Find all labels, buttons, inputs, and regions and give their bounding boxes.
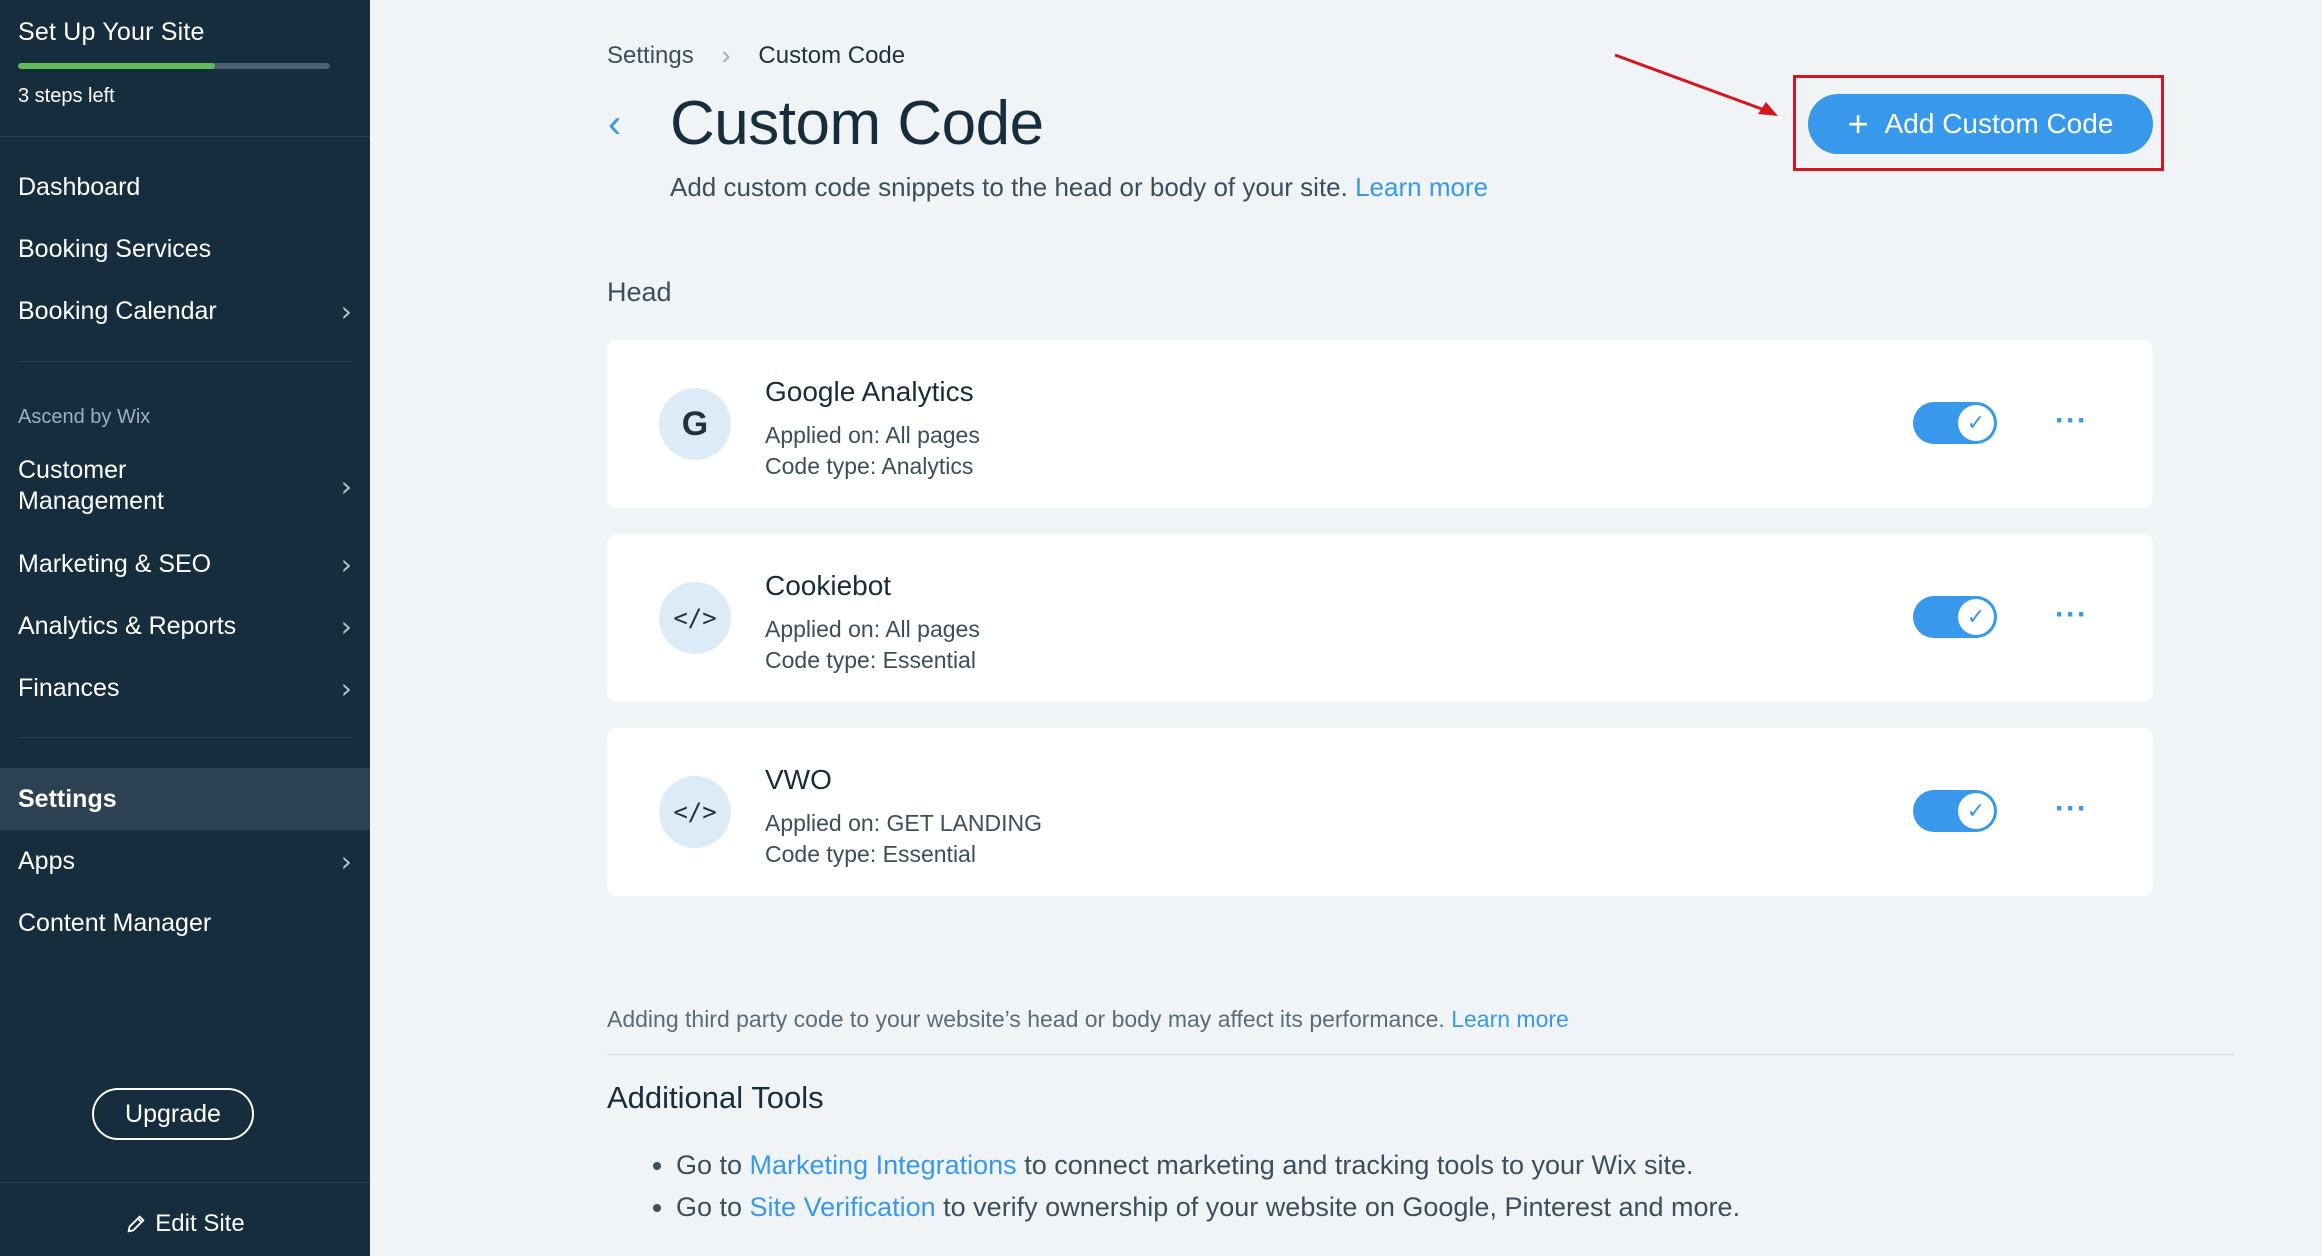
chevron-right-icon: › bbox=[340, 671, 352, 705]
add-custom-code-button[interactable]: + Add Custom Code bbox=[1808, 94, 2153, 154]
sidebar-item-settings[interactable]: Settings bbox=[0, 768, 370, 830]
sidebar-item-label: Content Manager bbox=[18, 908, 212, 937]
code-applied-on: Applied on: All pages bbox=[765, 422, 980, 448]
edit-site-button[interactable]: Edit Site bbox=[0, 1210, 370, 1238]
tool-prefix: Go to bbox=[676, 1192, 750, 1222]
sidebar-item-label: Settings bbox=[18, 784, 117, 813]
setup-progress[interactable]: Set Up Your Site 3 steps left bbox=[0, 0, 370, 137]
check-icon: ✓ bbox=[1958, 793, 1994, 829]
sidebar-item-label: Analytics & Reports bbox=[18, 611, 237, 640]
sidebar-divider bbox=[18, 737, 352, 738]
sidebar-item-booking-calendar[interactable]: Booking Calendar › bbox=[18, 280, 352, 342]
chevron-right-icon: › bbox=[340, 609, 352, 643]
annotation-arrow-icon bbox=[1614, 53, 1778, 116]
code-name: Cookiebot bbox=[765, 570, 892, 601]
pencil-icon bbox=[127, 1215, 145, 1233]
sidebar-item-label: Dashboard bbox=[18, 172, 141, 201]
sidebar-item-content-manager[interactable]: Content Manager bbox=[0, 892, 370, 954]
chevron-right-icon: › bbox=[340, 844, 352, 878]
nav-group-main: Dashboard Booking Services Booking Calen… bbox=[18, 137, 352, 362]
nav-group-ascend: Customer Management › Marketing & SEO › … bbox=[0, 439, 370, 719]
code-type: Code type: Essential bbox=[765, 841, 976, 867]
sidebar-item-label: Booking Calendar bbox=[18, 296, 217, 325]
code-type: Code type: Analytics bbox=[765, 453, 974, 479]
sidebar-item-label: Finances bbox=[18, 673, 120, 702]
edit-site-label: Edit Site bbox=[155, 1210, 245, 1237]
sidebar-item-finances[interactable]: Finances › bbox=[0, 657, 370, 719]
code-card-cookiebot: </> Cookiebot Applied on: All pages Code… bbox=[607, 534, 2153, 702]
upgrade-button[interactable]: Upgrade bbox=[92, 1088, 254, 1140]
sidebar-item-label: Marketing & SEO bbox=[18, 549, 212, 578]
performance-note: Adding third party code to your website’… bbox=[607, 1006, 1569, 1033]
list-item: Go to Marketing Integrations to connect … bbox=[676, 1150, 1740, 1180]
section-label-head: Head bbox=[607, 277, 672, 307]
check-icon: ✓ bbox=[1958, 405, 1994, 441]
list-item: Go to Site Verification to verify owners… bbox=[676, 1192, 1740, 1222]
nav-group-settings: Settings Apps › Content Manager bbox=[0, 768, 370, 954]
sidebar-bottom-divider bbox=[0, 1182, 370, 1183]
code-icon: </> bbox=[659, 776, 731, 848]
setup-progress-bar bbox=[18, 63, 330, 69]
section-label-ascend: Ascend by Wix bbox=[18, 406, 151, 428]
add-button-label: Add Custom Code bbox=[1884, 108, 2114, 139]
code-applied-on: Applied on: GET LANDING bbox=[765, 810, 1042, 836]
sidebar-item-apps[interactable]: Apps › bbox=[0, 830, 370, 892]
setup-title: Set Up Your Site bbox=[18, 18, 205, 46]
sidebar-item-analytics-reports[interactable]: Analytics & Reports › bbox=[0, 595, 370, 657]
setup-progress-fill bbox=[18, 63, 215, 69]
additional-tools-title: Additional Tools bbox=[607, 1080, 824, 1115]
plus-icon: + bbox=[1847, 103, 1869, 144]
footer-divider bbox=[607, 1054, 2235, 1055]
sidebar-item-customer-management[interactable]: Customer Management › bbox=[0, 439, 370, 533]
code-icon: </> bbox=[659, 582, 731, 654]
chevron-right-icon: › bbox=[340, 547, 352, 581]
more-options-icon[interactable]: ··· bbox=[2055, 794, 2088, 824]
sidebar-item-marketing-seo[interactable]: Marketing & SEO › bbox=[0, 533, 370, 595]
google-icon: G bbox=[659, 388, 731, 460]
google-icon-letter: G bbox=[681, 404, 709, 443]
breadcrumb: Settings › Custom Code bbox=[607, 40, 905, 71]
more-options-icon[interactable]: ··· bbox=[2055, 406, 2088, 436]
code-name: Google Analytics bbox=[765, 376, 974, 407]
enable-toggle[interactable]: ✓ bbox=[1913, 402, 1997, 444]
code-card-vwo: </> VWO Applied on: GET LANDING Code typ… bbox=[607, 728, 2153, 896]
code-icon-glyph: </> bbox=[673, 604, 717, 632]
more-options-icon[interactable]: ··· bbox=[2055, 600, 2088, 630]
sidebar-item-label: Apps bbox=[18, 846, 75, 875]
enable-toggle[interactable]: ✓ bbox=[1913, 596, 1997, 638]
check-icon: ✓ bbox=[1958, 599, 1994, 635]
code-type: Code type: Essential bbox=[765, 647, 976, 673]
sidebar: Set Up Your Site 3 steps left Dashboard … bbox=[0, 0, 370, 1256]
code-card-google-analytics: G Google Analytics Applied on: All pages… bbox=[607, 340, 2153, 508]
page-title: Custom Code bbox=[670, 89, 1044, 158]
chevron-right-icon: › bbox=[721, 40, 731, 70]
chevron-right-icon: › bbox=[340, 294, 352, 328]
sidebar-item-label: Booking Services bbox=[18, 234, 212, 263]
sidebar-item-label: Customer Management bbox=[18, 456, 164, 515]
breadcrumb-current: Custom Code bbox=[758, 41, 906, 69]
code-icon-glyph: </> bbox=[673, 798, 717, 826]
additional-tools-list: Go to Marketing Integrations to connect … bbox=[676, 1150, 1740, 1234]
subtitle-text: Add custom code snippets to the head or … bbox=[670, 172, 1348, 202]
note-text: Adding third party code to your website’… bbox=[607, 1006, 1445, 1032]
site-verification-link[interactable]: Site Verification bbox=[750, 1192, 936, 1222]
code-name: VWO bbox=[765, 764, 832, 795]
chevron-right-icon: › bbox=[340, 469, 352, 503]
sidebar-item-dashboard[interactable]: Dashboard bbox=[18, 156, 352, 218]
code-applied-on: Applied on: All pages bbox=[765, 616, 980, 642]
back-chevron-icon[interactable]: ‹ bbox=[608, 104, 621, 144]
steps-left: 3 steps left bbox=[18, 85, 115, 107]
tool-suffix: to connect marketing and tracking tools … bbox=[1016, 1150, 1694, 1180]
note-learn-more-link[interactable]: Learn more bbox=[1451, 1006, 1569, 1032]
sidebar-item-booking-services[interactable]: Booking Services bbox=[18, 218, 352, 280]
enable-toggle[interactable]: ✓ bbox=[1913, 790, 1997, 832]
page-subtitle: Add custom code snippets to the head or … bbox=[670, 172, 1488, 203]
tool-suffix: to verify ownership of your website on G… bbox=[935, 1192, 1741, 1222]
learn-more-link[interactable]: Learn more bbox=[1355, 172, 1488, 202]
breadcrumb-settings[interactable]: Settings bbox=[607, 42, 694, 70]
tool-prefix: Go to bbox=[676, 1150, 750, 1180]
marketing-integrations-link[interactable]: Marketing Integrations bbox=[750, 1150, 1017, 1180]
